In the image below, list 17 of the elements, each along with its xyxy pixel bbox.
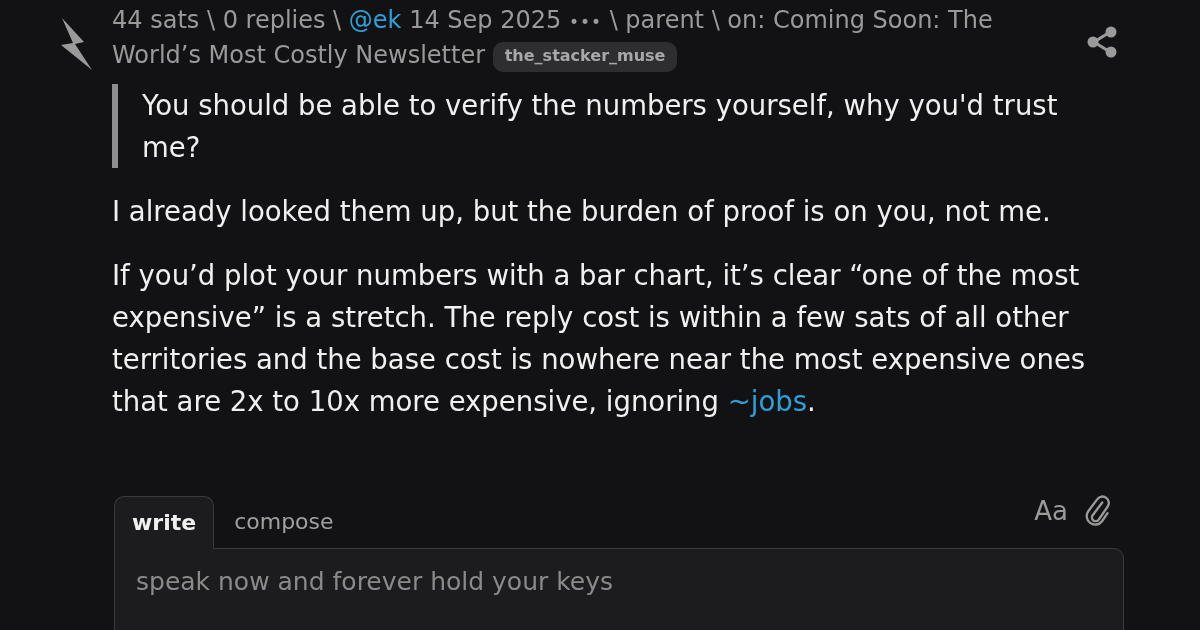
user-link[interactable]: @ek	[348, 6, 402, 34]
editor-tab[interactable]: write	[114, 496, 215, 549]
territory-link[interactable]: ~jobs	[727, 385, 808, 417]
territory-tag[interactable]: the_stacker_muse	[492, 42, 678, 72]
more-menu[interactable]: •••	[568, 12, 602, 32]
paragraph: I already looked them up, but the burden of proof is on you, not me.	[112, 194, 1052, 229]
editor-tab[interactable]: compose	[216, 496, 352, 548]
share-icon[interactable]	[1086, 26, 1118, 58]
meta-text: 44 sats \ 0 replies \	[112, 6, 342, 34]
meta-text: \ parent \ on: Coming Soon: The	[609, 6, 993, 34]
format-toggle[interactable]: Aa	[1034, 496, 1068, 526]
meta-text: 14 Sep 2025	[409, 6, 562, 34]
paperclip-icon[interactable]	[1084, 494, 1112, 528]
quote-text: You should be able to verify the numbers yourself, why you'd trust me?	[112, 84, 1100, 168]
reply-field[interactable]: speak now and forever hold your keys	[114, 548, 1124, 630]
paragraph: If you’d plot your numbers with a bar chart, it’s clear “one of the most expensive” is a stretch. The reply cost is within a few sats of all other territories and the base cost is nowhere near the most expensive ones that are 2x to 10x more expensive, ignoring ~jobs.	[112, 258, 1087, 419]
meta-text: World’s Most Costly Newsletter	[112, 41, 486, 69]
